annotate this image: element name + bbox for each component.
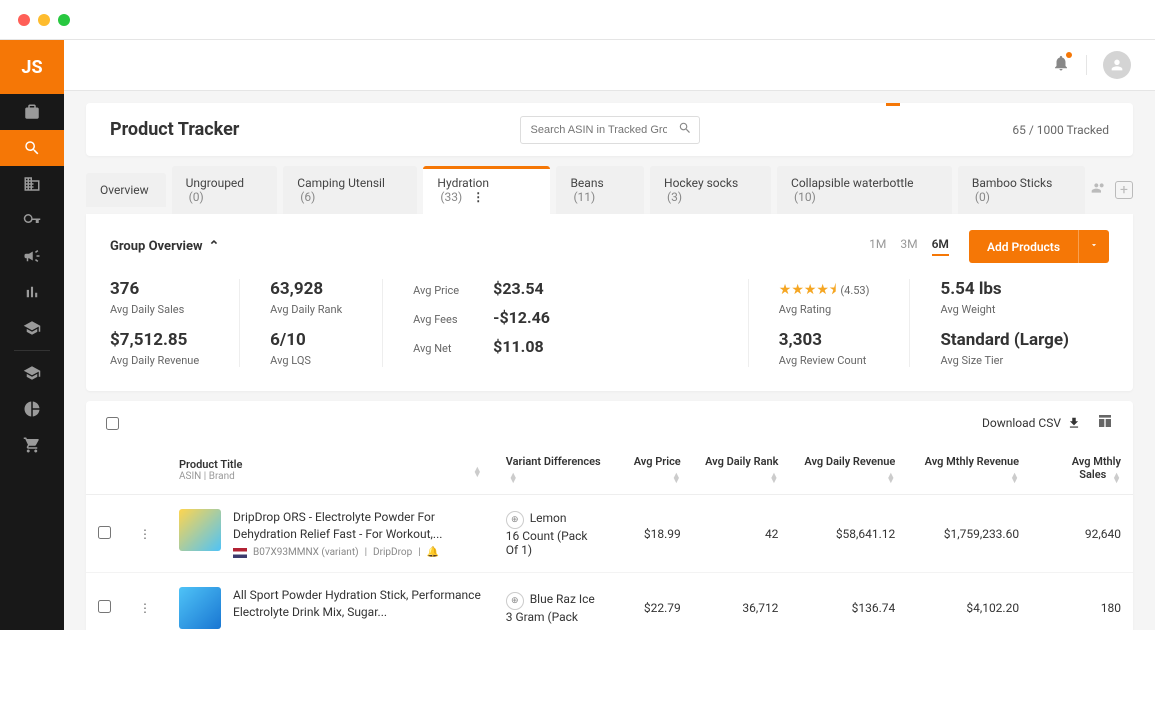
share-icon[interactable] (1091, 180, 1107, 200)
th-rank[interactable]: Avg Daily Rank ▲▼ (693, 445, 791, 495)
nav-chart-icon[interactable] (0, 274, 64, 310)
window-close-icon[interactable] (18, 14, 30, 26)
table-row[interactable]: ⋮ All Sport Powder Hydration Stick, Perf… (86, 573, 1133, 630)
select-all-checkbox[interactable] (106, 417, 119, 430)
variant-badge-icon: ⊕ (506, 592, 524, 610)
time-3m[interactable]: 3M (900, 237, 917, 256)
stat-net: $11.08 (493, 337, 544, 356)
variant-badge-icon: ⊕ (506, 511, 524, 529)
nav-megaphone-icon[interactable] (0, 238, 64, 274)
user-avatar[interactable] (1103, 51, 1131, 79)
stat-fees: -$12.46 (493, 308, 550, 327)
product-meta: B07X93MMNX (variant) | DripDrop | 🔔 (233, 547, 482, 558)
tabs-row: Overview Ungrouped (0) Camping Utensil (… (86, 166, 1133, 214)
nav-search-icon[interactable] (0, 130, 64, 166)
browser-chrome (0, 0, 1155, 40)
sidebar: JS (0, 40, 64, 630)
stat-daily-rank: 63,928 (270, 279, 342, 299)
cell-rank: 36,712 (693, 573, 791, 630)
nav-graduation-icon[interactable] (0, 310, 64, 346)
tab-menu-icon[interactable]: ⋮ (472, 190, 484, 204)
tab-hockey-socks[interactable]: Hockey socks (3) (650, 166, 771, 214)
th-variant[interactable]: Variant Differences ▲▼ (494, 445, 614, 495)
row-menu-icon[interactable]: ⋮ (135, 601, 155, 615)
download-csv-button[interactable]: Download CSV (982, 416, 1081, 430)
add-products-button[interactable]: Add Products (969, 230, 1078, 263)
nav-building-icon[interactable] (0, 166, 64, 202)
stat-lqs: 6/10 (270, 330, 342, 350)
notifications-icon[interactable] (1052, 54, 1070, 76)
tracked-count: 65 / 1000 Tracked (1012, 123, 1109, 137)
cell-rank: 42 (693, 495, 791, 573)
time-1m[interactable]: 1M (869, 237, 886, 256)
cell-revenue: $58,641.12 (790, 495, 907, 573)
tab-hydration[interactable]: Hydration (33)⋮ (423, 166, 550, 214)
cell-mrev: $4,102.20 (907, 573, 1031, 630)
nav-graduation2-icon[interactable] (0, 355, 64, 391)
tracked-progress (886, 103, 1109, 106)
stat-weight: 5.54 lbs (940, 279, 1069, 299)
th-sort-title[interactable]: ▲▼ (399, 445, 494, 495)
stat-price: $23.54 (493, 279, 544, 298)
tab-camping-utensil[interactable]: Camping Utensil (6) (283, 166, 417, 214)
nav-pie-icon[interactable] (0, 391, 64, 427)
row-checkbox[interactable] (98, 600, 111, 613)
chevron-up-icon: ⌃ (209, 239, 220, 254)
add-tab-button[interactable]: + (1115, 181, 1133, 199)
th-price[interactable]: Avg Price ▲▼ (614, 445, 693, 495)
cell-mrev: $1,759,233.60 (907, 495, 1031, 573)
product-title: DripDrop ORS - Electrolyte Powder For De… (233, 509, 482, 543)
search-icon[interactable] (678, 121, 692, 139)
stat-daily-sales: 376 (110, 279, 199, 299)
topbar (64, 40, 1155, 91)
nav-store-icon[interactable] (0, 94, 64, 130)
nav-key-icon[interactable] (0, 202, 64, 238)
logo[interactable]: JS (0, 40, 64, 94)
panel-title[interactable]: Group Overview ⌃ (110, 239, 219, 254)
table-row[interactable]: ⋮ DripDrop ORS - Electrolyte Powder For … (86, 495, 1133, 573)
th-msales[interactable]: Avg Mthly Sales ▲▼ (1031, 445, 1133, 495)
topbar-separator (1086, 55, 1087, 75)
tab-overview[interactable]: Overview (86, 173, 166, 207)
cell-msales: 180 (1031, 573, 1133, 630)
th-mrev[interactable]: Avg Mthly Revenue ▲▼ (907, 445, 1031, 495)
stat-reviews: 3,303 (779, 330, 870, 350)
stat-daily-revenue: $7,512.85 (110, 330, 199, 350)
th-revenue[interactable]: Avg Daily Revenue ▲▼ (790, 445, 907, 495)
th-title[interactable]: Product TitleASIN | Brand (167, 445, 399, 495)
notification-dot (1066, 52, 1072, 58)
products-table-card: Download CSV Product TitleASIN | Brand ▲… (86, 401, 1133, 630)
us-flag-icon (233, 548, 247, 558)
tab-collapsible-waterbottle[interactable]: Collapsible waterbottle (10) (777, 166, 952, 214)
tab-beans[interactable]: Beans (11) (556, 166, 644, 214)
overview-panel: Group Overview ⌃ 1M 3M 6M Add Products (86, 214, 1133, 391)
tab-bamboo-sticks[interactable]: Bamboo Sticks (0) (958, 166, 1085, 214)
columns-settings-icon[interactable] (1097, 413, 1113, 433)
cell-price: $22.79 (614, 573, 693, 630)
row-checkbox[interactable] (98, 526, 111, 539)
product-thumbnail (179, 509, 221, 551)
time-range-toggle: 1M 3M 6M (869, 237, 949, 256)
cell-price: $18.99 (614, 495, 693, 573)
window-maximize-icon[interactable] (58, 14, 70, 26)
header-card: Product Tracker 65 / 1000 Tracked (86, 103, 1133, 156)
search-input[interactable] (520, 116, 700, 144)
row-menu-icon[interactable]: ⋮ (135, 527, 155, 541)
cell-revenue: $136.74 (790, 573, 907, 630)
stat-size: Standard (Large) (940, 330, 1069, 350)
stat-rating-stars: ★★★★⯨(4.53) (779, 279, 870, 303)
nav-cart-icon[interactable] (0, 427, 64, 463)
product-title: All Sport Powder Hydration Stick, Perfor… (233, 587, 482, 621)
window-minimize-icon[interactable] (38, 14, 50, 26)
bell-icon[interactable]: 🔔 (427, 547, 439, 558)
tab-ungrouped[interactable]: Ungrouped (0) (172, 166, 278, 214)
page-title: Product Tracker (110, 119, 239, 140)
nav-separator (14, 350, 50, 351)
cell-msales: 92,640 (1031, 495, 1133, 573)
product-thumbnail (179, 587, 221, 629)
add-products-dropdown[interactable] (1078, 230, 1109, 263)
time-6m[interactable]: 6M (932, 237, 949, 256)
